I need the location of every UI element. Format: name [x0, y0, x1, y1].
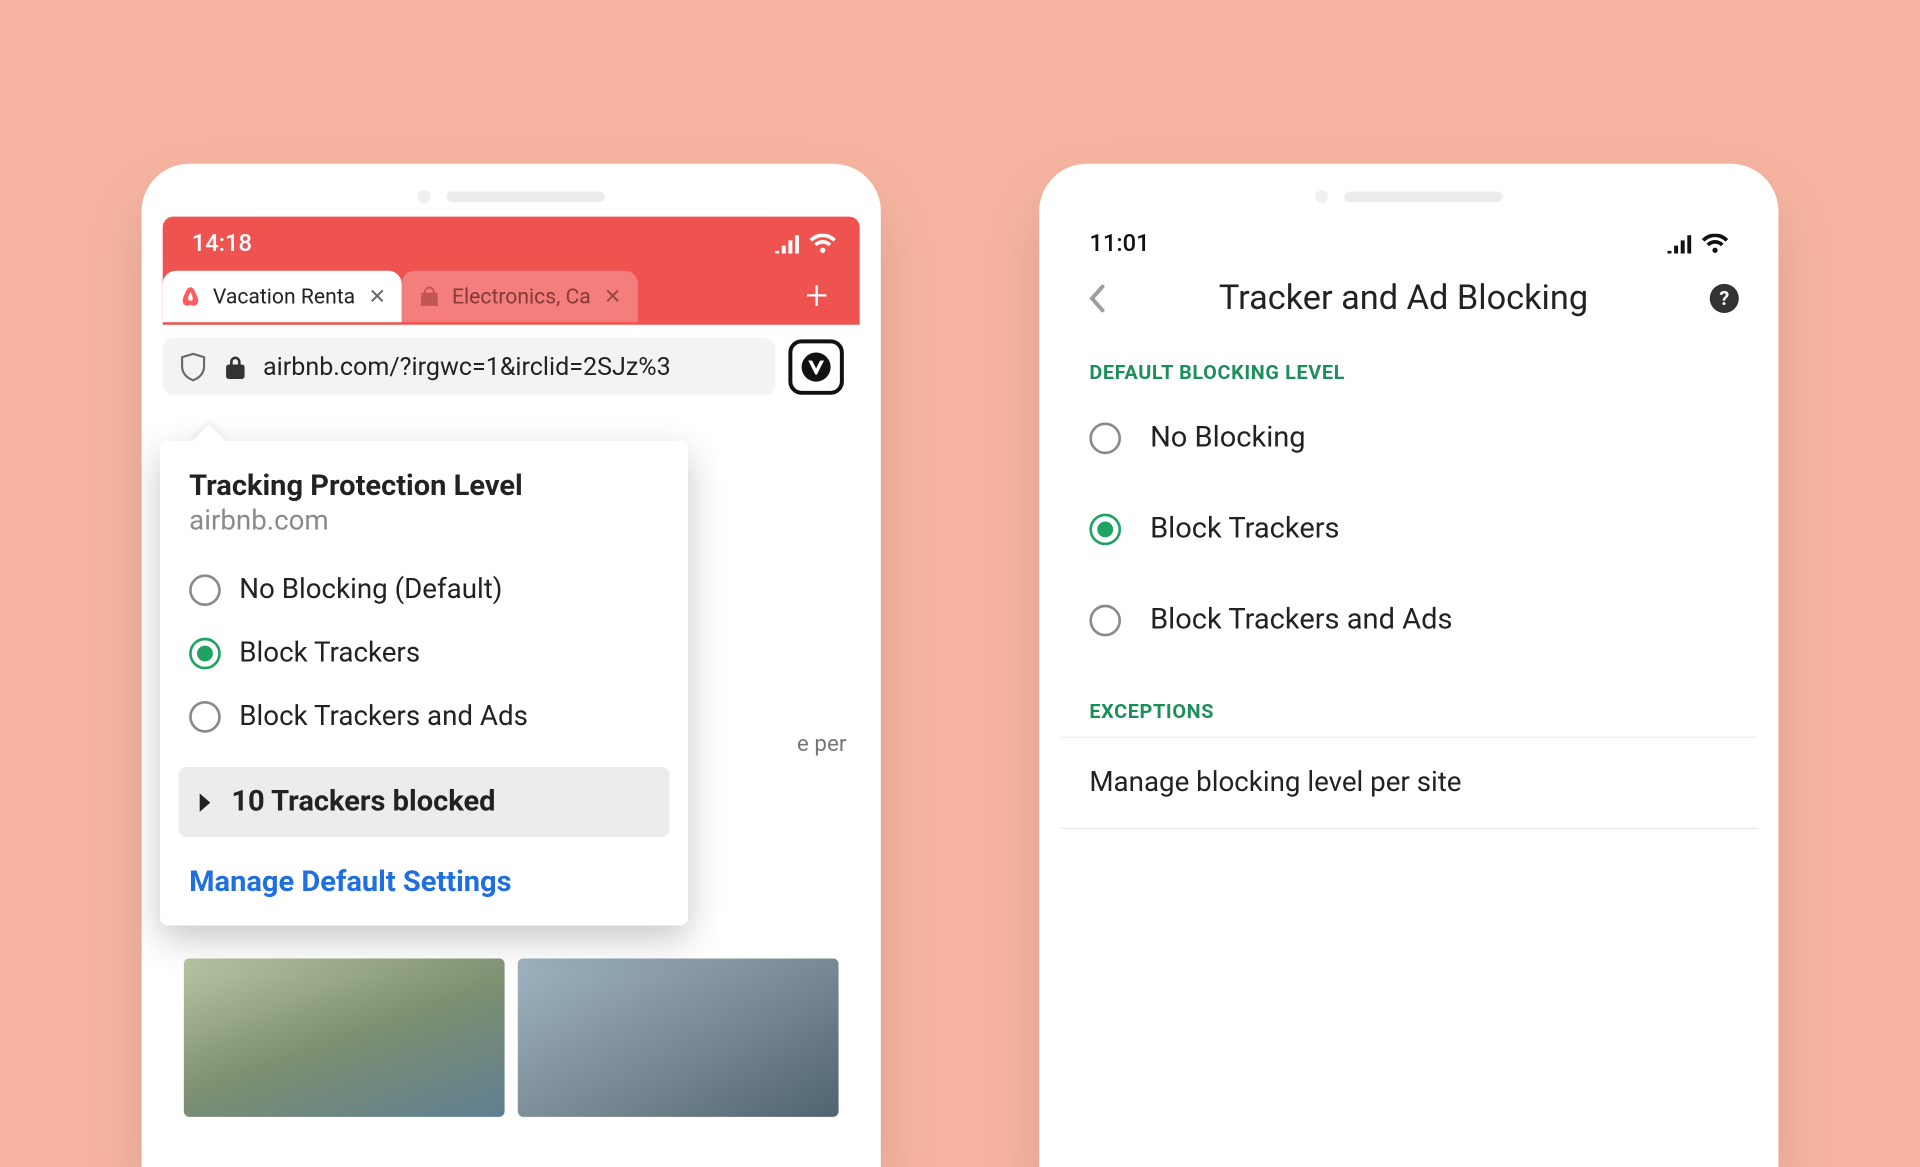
tab-active[interactable]: Vacation Renta ✕ [163, 271, 402, 322]
manage-default-settings-link[interactable]: Manage Default Settings [160, 855, 688, 899]
popup-title: Tracking Protection Level [160, 470, 688, 506]
tab-strip: Vacation Renta ✕ Electronics, Ca ✕ + [163, 268, 860, 325]
wifi-icon [810, 234, 836, 254]
phone-hardware-top [1060, 185, 1757, 217]
page-title: Tracker and Ad Blocking [1097, 279, 1709, 319]
background-text-fragment: e per [797, 731, 847, 757]
settings-header: Tracker and Ad Blocking ? [1060, 268, 1757, 347]
background-photo-strip [163, 958, 860, 1116]
chevron-right-icon [197, 793, 213, 811]
section-default-blocking: DEFAULT BLOCKING LEVEL [1060, 347, 1757, 392]
question-icon: ? [1719, 287, 1729, 311]
screen-right: 11:01 Tracker and Ad Blocking ? DEFAULT … [1060, 217, 1757, 1167]
radio-icon [1089, 513, 1121, 545]
status-bar: 14:18 [163, 217, 860, 268]
popup-domain: airbnb.com [160, 506, 688, 559]
lock-icon [221, 352, 250, 381]
radio-icon [189, 638, 221, 670]
tracking-protection-popup: Tracking Protection Level airbnb.com No … [160, 441, 688, 925]
phone-left: 14:18 Vacation Renta ✕ [142, 164, 881, 1167]
popup-arrow [192, 424, 226, 458]
status-time: 11:01 [1089, 230, 1149, 258]
signal-icon [775, 235, 799, 253]
vivaldi-icon [800, 351, 832, 383]
thumbnail [518, 958, 839, 1116]
radio-icon [1089, 604, 1121, 636]
airbnb-icon [179, 285, 203, 309]
browser-chrome: 14:18 Vacation Renta ✕ [163, 217, 860, 325]
trackers-blocked-text: 10 Trackers blocked [231, 786, 495, 819]
radio-icon [1089, 422, 1121, 454]
screen-left: 14:18 Vacation Renta ✕ [163, 217, 860, 1167]
status-time: 14:18 [192, 230, 252, 258]
option-label: Block Trackers [1150, 512, 1339, 545]
manage-per-site-label: Manage blocking level per site [1089, 767, 1461, 799]
camera-dot [417, 190, 430, 203]
phone-right: 11:01 Tracker and Ad Blocking ? DEFAULT … [1039, 164, 1778, 1167]
manage-link-label: Manage Default Settings [189, 866, 511, 899]
url-text: airbnb.com/?irgwc=1&irclid=2SJz%3 [263, 351, 671, 381]
option-label: Block Trackers and Ads [1150, 603, 1452, 636]
manage-per-site-row[interactable]: Manage blocking level per site [1060, 737, 1757, 829]
camera-dot [1315, 190, 1328, 203]
option-block-trackers-ads[interactable]: Block Trackers and Ads [160, 685, 688, 748]
status-bar: 11:01 [1060, 217, 1757, 268]
trackers-blocked-row[interactable]: 10 Trackers blocked [179, 767, 670, 837]
address-row: airbnb.com/?irgwc=1&irclid=2SJz%3 [163, 325, 860, 411]
tab-label: Electronics, Ca [452, 284, 591, 309]
option-label: No Blocking (Default) [239, 574, 502, 606]
radio-icon [189, 701, 221, 733]
radio-icon [189, 574, 221, 606]
option-no-blocking[interactable]: No Blocking (Default) [160, 558, 688, 621]
option-no-blocking[interactable]: No Blocking [1060, 392, 1757, 483]
option-block-trackers[interactable]: Block Trackers [1060, 483, 1757, 574]
option-label: No Blocking [1150, 421, 1306, 454]
section-exceptions: EXCEPTIONS [1060, 665, 1757, 731]
shopping-bag-icon [418, 285, 442, 309]
shield-icon[interactable] [179, 352, 208, 381]
status-icons [1668, 234, 1729, 254]
option-label: Block Trackers [239, 638, 420, 670]
speaker-slot [1344, 192, 1502, 203]
help-button[interactable]: ? [1710, 284, 1739, 313]
vivaldi-menu-button[interactable] [788, 339, 843, 394]
new-tab-button[interactable]: + [790, 268, 844, 325]
thumbnail [184, 958, 505, 1116]
phone-hardware-top [163, 185, 860, 217]
signal-icon [1668, 235, 1692, 253]
option-label: Block Trackers and Ads [239, 701, 528, 733]
close-icon[interactable]: ✕ [368, 284, 386, 309]
status-icons [775, 234, 836, 254]
speaker-slot [447, 192, 605, 203]
address-bar[interactable]: airbnb.com/?irgwc=1&irclid=2SJz%3 [163, 338, 775, 395]
option-block-trackers-ads[interactable]: Block Trackers and Ads [1060, 574, 1757, 665]
close-icon[interactable]: ✕ [604, 284, 622, 309]
wifi-icon [1702, 234, 1728, 254]
tab-inactive[interactable]: Electronics, Ca ✕ [402, 271, 638, 322]
tab-label: Vacation Renta [213, 284, 355, 309]
option-block-trackers[interactable]: Block Trackers [160, 622, 688, 685]
